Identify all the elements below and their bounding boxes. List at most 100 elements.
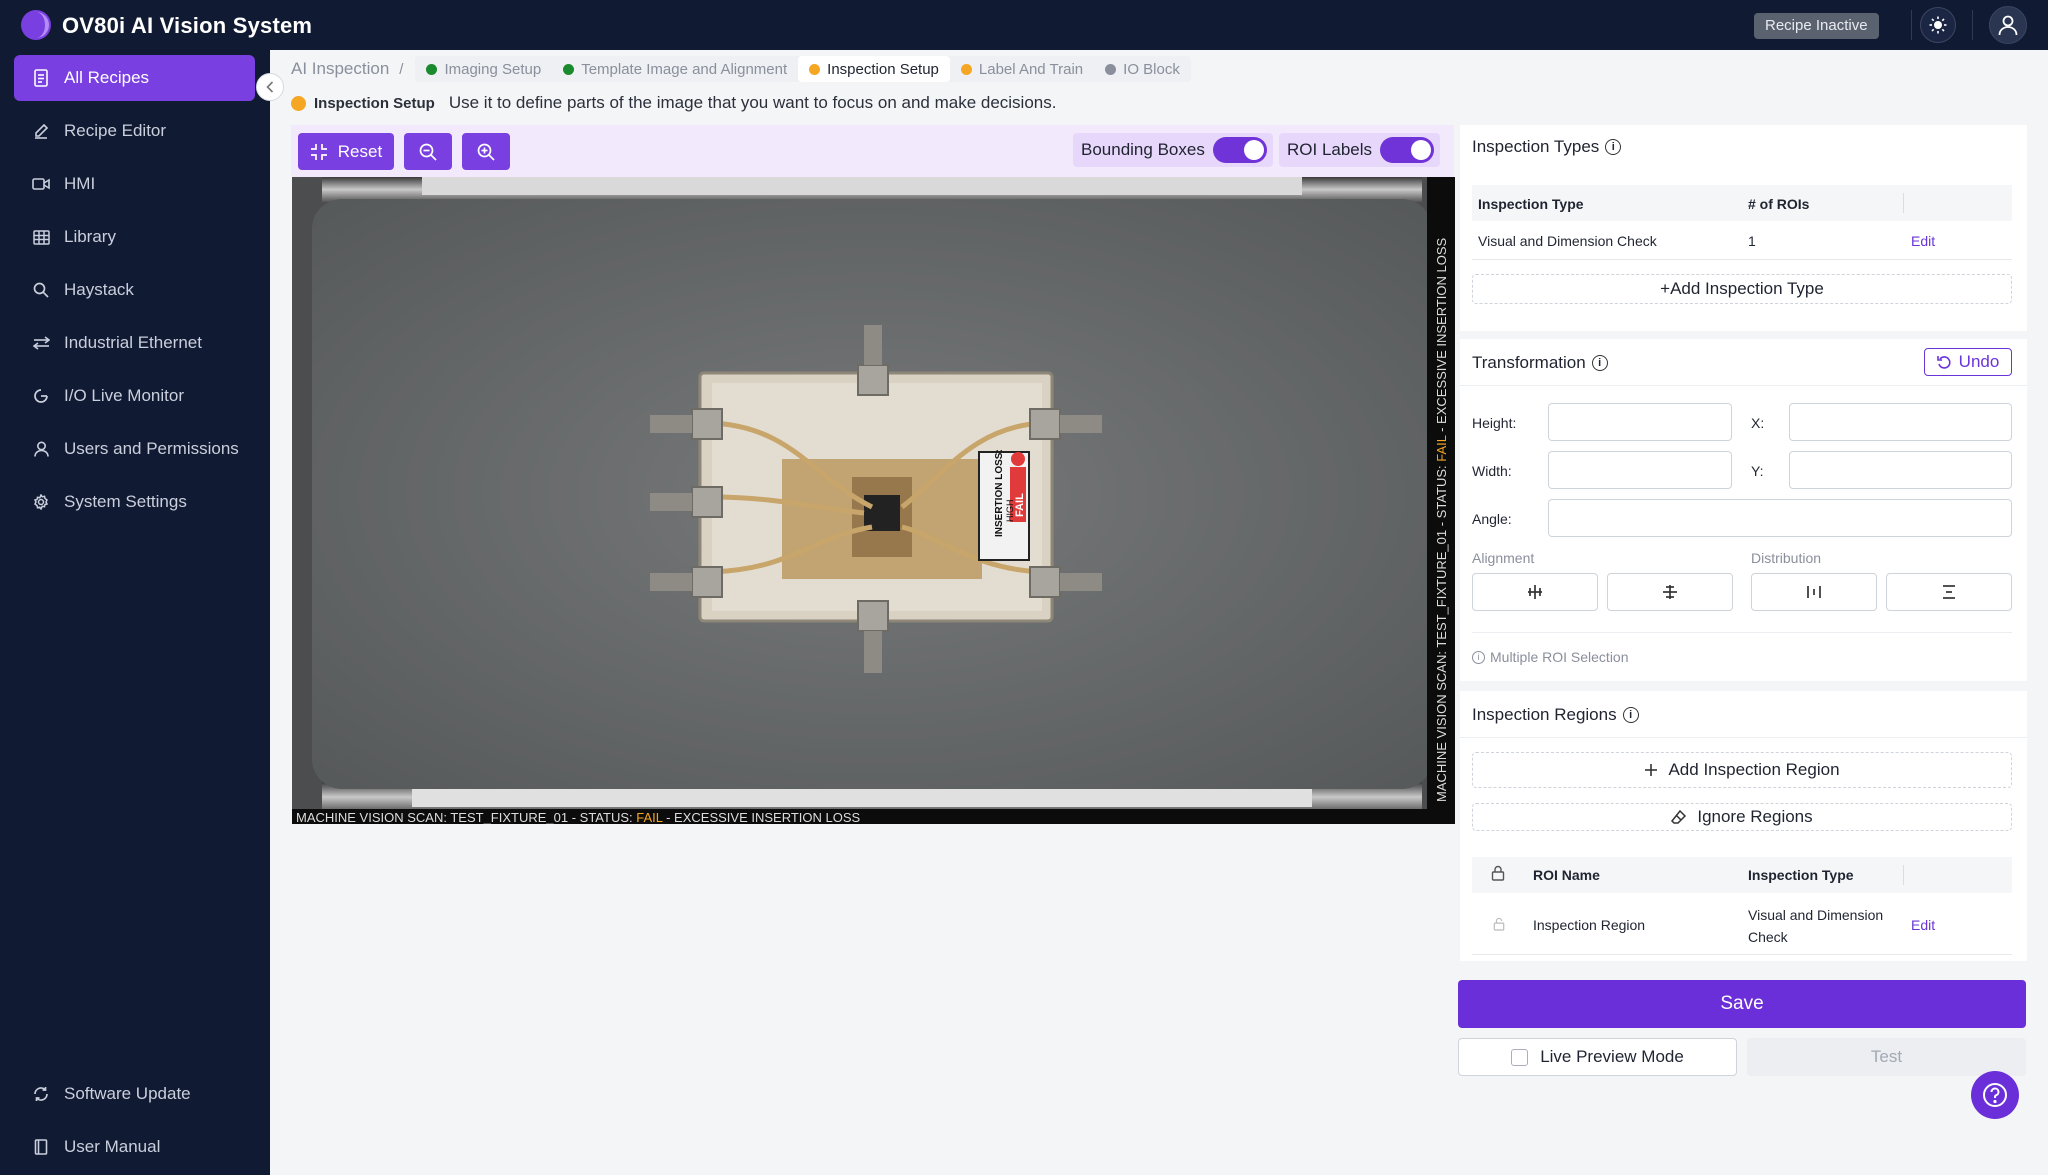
align-vertical-center-button[interactable] [1607, 573, 1733, 611]
sidebar-item-software-update[interactable]: Software Update [14, 1071, 255, 1117]
fit-screen-icon [310, 143, 327, 160]
sidebar-item-users-and-permissions[interactable]: Users and Permissions [14, 426, 255, 472]
sidebar-collapse-button[interactable] [256, 73, 284, 101]
height-label: Height: [1472, 415, 1517, 431]
monitor-icon [32, 387, 50, 405]
distribute-horizontal-icon [1807, 586, 1821, 598]
height-input[interactable] [1548, 403, 1732, 441]
info-icon[interactable]: i [1605, 139, 1622, 155]
column-header: # of ROIs [1748, 196, 1810, 212]
scan-caption: MACHINE VISION SCAN: TEST_FIXTURE_01 - S… [296, 810, 861, 824]
distribute-horizontal-button[interactable] [1751, 573, 1877, 611]
breadcrumb-root[interactable]: AI Inspection [291, 59, 389, 79]
sidebar-item-label: Software Update [64, 1084, 191, 1103]
align-vertical-center-icon [1663, 585, 1677, 599]
edit-inspection-type-link[interactable]: Edit [1911, 233, 1935, 249]
column-header: Inspection Type [1478, 196, 1584, 212]
breadcrumb-separator: / [399, 60, 404, 78]
roi-name: Inspection Region [1533, 917, 1646, 933]
chevron-left-icon [266, 81, 274, 93]
step-tab-imaging-setup[interactable]: Imaging Setup [415, 56, 552, 82]
sidebar-item-label: Users and Permissions [64, 439, 239, 458]
info-icon[interactable]: i [1622, 707, 1639, 723]
y-input[interactable] [1789, 451, 2012, 489]
status-dot-orange [960, 63, 972, 75]
inspection-type-name: Visual and Dimension Check [1478, 233, 1657, 249]
step-tabs: Imaging Setup Template Image and Alignme… [415, 56, 1191, 82]
bounding-boxes-switch[interactable] [1212, 137, 1267, 163]
inspection-type-roi-count: 1 [1748, 233, 1756, 249]
sidebar-item-label: I/O Live Monitor [64, 386, 184, 405]
sidebar-item-user-manual[interactable]: User Manual [14, 1124, 255, 1170]
step-tab-inspection-setup[interactable]: Inspection Setup [798, 56, 950, 82]
transformation-card: Transformation i Undo Height: X: Width: Y… [1460, 339, 2027, 681]
refresh-icon [32, 1085, 50, 1103]
reset-label: Reset [337, 141, 383, 161]
reset-button[interactable]: Reset [298, 133, 394, 170]
angle-input[interactable] [1548, 499, 2012, 537]
ignore-regions-button[interactable]: Ignore Regions [1472, 803, 2012, 831]
insertion-loss-label: INSERTION LOSS: [994, 449, 1005, 537]
card-divider [1472, 632, 2012, 633]
theme-toggle-button[interactable] [1920, 7, 1956, 43]
zoom-in-button[interactable] [462, 133, 510, 170]
roi-inspection-type: Visual and Dimension Check [1748, 907, 1884, 945]
step-help-line: Inspection Setup Use it to define parts … [291, 93, 1056, 113]
sidebar-item-recipe-editor[interactable]: Recipe Editor [14, 108, 255, 154]
lock-icon[interactable] [1491, 865, 1505, 881]
step-help-text: Use it to define parts of the image that… [448, 93, 1057, 112]
video-icon [32, 175, 50, 193]
test-button[interactable]: Test [1747, 1038, 2026, 1076]
sidebar-item-system-settings[interactable]: System Settings [14, 479, 255, 525]
step-tab-label-and-train[interactable]: Label And Train [950, 56, 1094, 82]
help-button[interactable] [1971, 1071, 2019, 1119]
live-preview-mode-toggle[interactable]: Live Preview Mode [1458, 1038, 1737, 1076]
align-horizontal-center-button[interactable] [1472, 573, 1598, 611]
sun-icon [1929, 16, 1947, 34]
add-inspection-type-button[interactable]: +Add Inspection Type [1472, 274, 2012, 304]
topbar-divider [1911, 10, 1912, 40]
unlock-icon[interactable] [1493, 917, 1505, 931]
edit-roi-link[interactable]: Edit [1911, 917, 1935, 933]
step-tab-io-block[interactable]: IO Block [1094, 56, 1191, 82]
inspection-types-card: Inspection Types i Inspection Type # of R… [1460, 125, 2027, 331]
network-icon [32, 334, 50, 352]
sidebar-item-industrial-ethernet[interactable]: Industrial Ethernet [14, 320, 255, 366]
add-inspection-region-button[interactable]: Add Inspection Region [1472, 752, 2012, 788]
step-tab-label: Imaging Setup [444, 60, 542, 78]
align-horizontal-center-icon [1528, 585, 1542, 599]
zoom-out-button[interactable] [404, 133, 452, 170]
sidebar-item-library[interactable]: Library [14, 214, 255, 260]
info-icon[interactable]: i [1591, 355, 1608, 371]
save-button[interactable]: Save [1458, 980, 2026, 1028]
status-dot-green [426, 63, 438, 75]
scan-image-canvas[interactable]: INSERTION LOSS: HIGH FAIL MACHINE VISION… [292, 177, 1455, 824]
x-input[interactable] [1789, 403, 2012, 441]
add-inspection-region-label: Add Inspection Region [1668, 760, 1840, 779]
sidebar-item-label: User Manual [64, 1137, 161, 1156]
book-icon [32, 1138, 50, 1156]
sidebar-item-all-recipes[interactable]: All Recipes [14, 55, 255, 101]
document-icon [32, 69, 50, 87]
distribute-vertical-icon [1943, 585, 1955, 599]
undo-button[interactable]: Undo [1924, 348, 2012, 376]
sidebar-item-hmi[interactable]: HMI [14, 161, 255, 207]
user-avatar-button[interactable] [1989, 6, 2027, 44]
sidebar-item-haystack[interactable]: Haystack [14, 267, 255, 313]
sidebar-item-label: HMI [64, 174, 96, 193]
live-preview-checkbox[interactable] [1511, 1048, 1529, 1066]
row-divider [1472, 259, 2012, 260]
width-input[interactable] [1548, 451, 1732, 489]
distribute-vertical-button[interactable] [1886, 573, 2012, 611]
inspection-regions-title: Inspection Regions i [1472, 705, 1639, 725]
transformation-title: Transformation i [1472, 353, 1608, 373]
step-tab-template-image-alignment[interactable]: Template Image and Alignment [552, 56, 798, 82]
app-title: OV80i AI Vision System [62, 13, 313, 38]
sidebar-item-io-live-monitor[interactable]: I/O Live Monitor [14, 373, 255, 419]
alignment-label: Alignment [1472, 550, 1535, 566]
card-divider [1460, 385, 2027, 386]
status-dot-orange [291, 95, 306, 111]
undo-icon [1936, 356, 1951, 369]
roi-labels-switch[interactable] [1380, 137, 1435, 163]
step-tab-label: Template Image and Alignment [581, 60, 788, 78]
